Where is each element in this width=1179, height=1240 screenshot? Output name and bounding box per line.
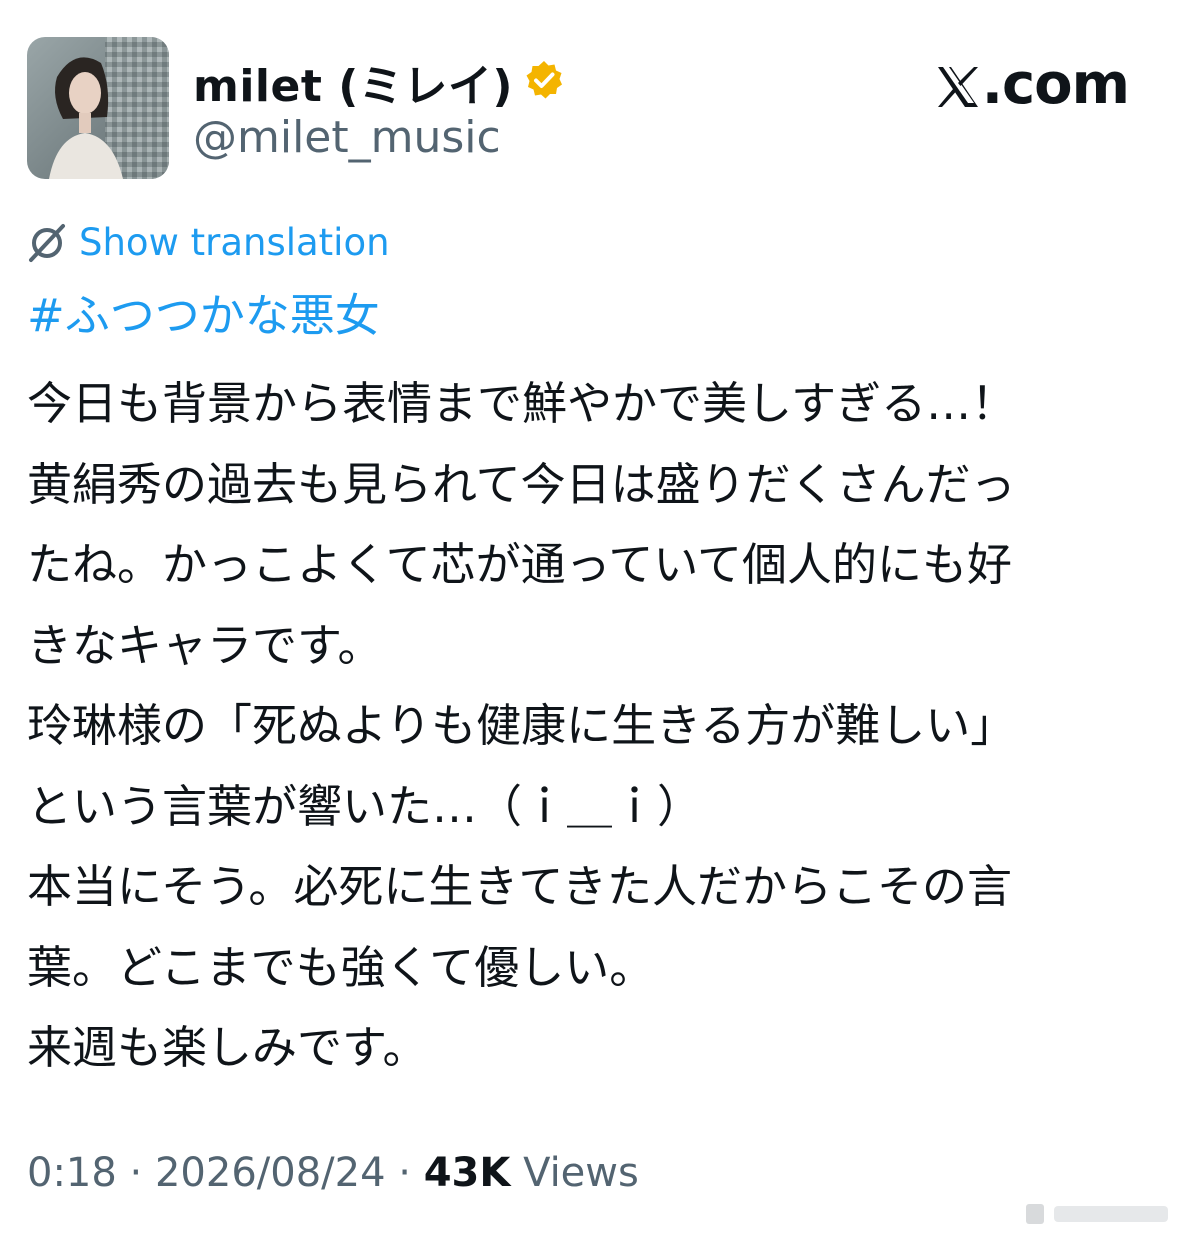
- site-label-text: .com: [981, 52, 1130, 117]
- tweet-date[interactable]: 2026/08/24: [155, 1150, 386, 1196]
- tweet-line: 来週も楽しみです。: [27, 1021, 428, 1074]
- display-name-text[interactable]: milet (ミレイ): [193, 50, 513, 114]
- x-logo-icon: [937, 66, 978, 107]
- tweet-line: たね。かっこよくて芯が通っていて個人的にも好: [27, 538, 1013, 591]
- author-display-name[interactable]: milet (ミレイ): [193, 50, 565, 114]
- hashtag-link[interactable]: #ふつつかな悪女: [27, 286, 380, 346]
- verified-badge-icon: [523, 59, 565, 105]
- tweet-line: 葉。どこまでも強くて優しい。: [27, 940, 655, 994]
- tweet-time[interactable]: 0:18: [27, 1150, 117, 1196]
- views-count: 43K: [423, 1150, 511, 1196]
- tweet-line: 今日も背景から表情まで鮮やかで美しすぎる…！: [27, 377, 1017, 430]
- show-translation-link[interactable]: Show translation: [27, 221, 390, 264]
- tweet-line: きなキャラです。: [27, 618, 383, 672]
- translate-icon: [29, 223, 65, 262]
- tweet-line: 黄絹秀の過去も見られて今日は盛りだくさんだっ: [27, 457, 1016, 511]
- tweet-line: 玲琳様の「死ぬよりも健康に生きる方が難しい」: [27, 699, 1016, 752]
- site-label: .com: [936, 52, 1130, 117]
- author-handle[interactable]: @milet_music: [193, 112, 501, 163]
- avatar[interactable]: [27, 37, 169, 179]
- meta-separator: ·: [398, 1150, 411, 1196]
- show-translation-label[interactable]: Show translation: [79, 221, 390, 264]
- watermark-icon: [1024, 1202, 1174, 1226]
- meta-separator: ·: [129, 1150, 143, 1196]
- tweet-line: 本当にそう。必死に生きてきた人だからこその言: [27, 860, 1013, 913]
- views-label: Views: [523, 1150, 639, 1196]
- tweet-meta: 0:18 · 2026/08/24 · 43K Views: [27, 1150, 639, 1196]
- tweet-line: という言葉が響いた…（ｉ＿ｉ）: [27, 779, 703, 833]
- tweet-body: 今日も背景から表情まで鮮やかで美しすぎる…！ 黄絹秀の過去も見られて今日は盛りだ…: [27, 364, 1157, 1089]
